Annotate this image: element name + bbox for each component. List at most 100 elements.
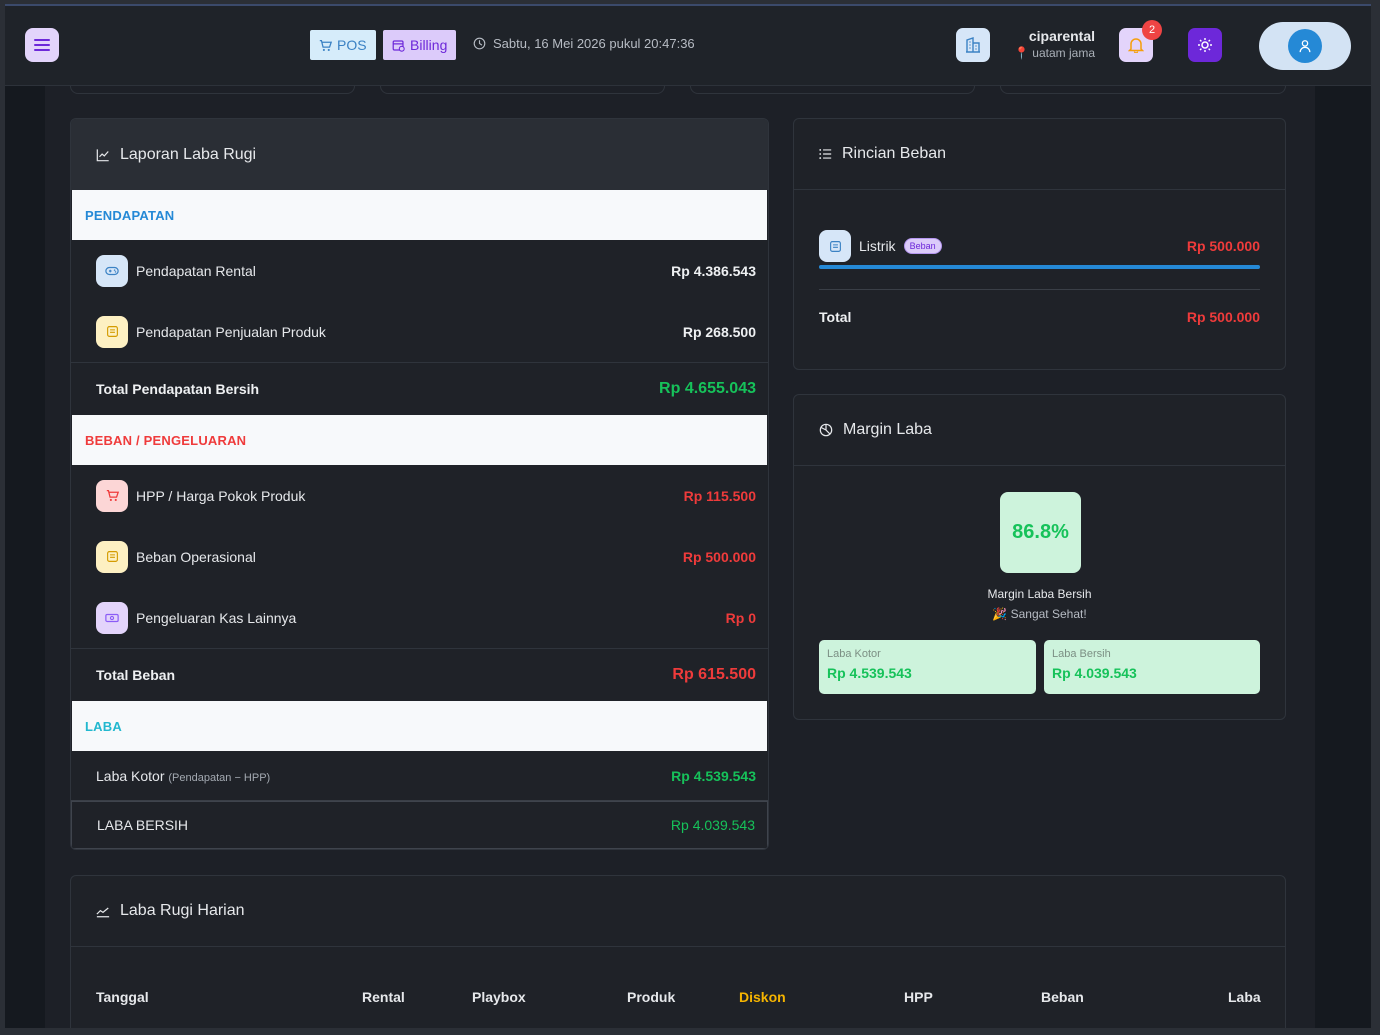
profit-margin-card: Margin Laba 86.8% Margin Laba Bersih 🎉 S… (793, 394, 1286, 720)
expense-value: Rp 0 (725, 609, 756, 626)
sun-icon (1198, 38, 1212, 52)
expense-name: Listrik (859, 238, 896, 254)
cash-icon (96, 601, 128, 634)
branch-button[interactable] (956, 28, 990, 62)
daily-profit-loss-card: Laba Rugi Harian Tanggal Rental Playbox … (70, 875, 1286, 1028)
income-section-header: PENDAPATAN (72, 190, 767, 240)
notification-badge: 2 (1142, 20, 1162, 40)
pie-chart-icon (819, 423, 833, 437)
expense-row: Beban Operasional Rp 500.000 (71, 526, 768, 587)
receipt-icon (96, 540, 128, 573)
daily-table-header: Tanggal Rental Playbox Produk Diskon HPP… (96, 989, 1261, 1009)
margin-status: 🎉 Sangat Sehat! (992, 607, 1087, 621)
margin-percent: 86.8% (1000, 492, 1081, 573)
income-total-row: Total Pendapatan Bersih Rp 4.655.043 (71, 362, 768, 415)
profit-section-header: LABA (72, 701, 767, 751)
area-chart-icon (96, 907, 110, 917)
building-icon (966, 37, 980, 53)
expense-row: Pengeluaran Kas Lainnya Rp 0 (71, 587, 768, 648)
gross-profit-tile: Laba Kotor Rp 4.539.543 (819, 640, 1036, 694)
expense-breakdown-title: Rincian Beban (842, 145, 947, 162)
theme-toggle-button[interactable] (1188, 28, 1222, 62)
app-window: POS Billing Sabtu, 16 Mei 2026 pukul 20:… (5, 4, 1371, 1028)
tenant-location-text: uatam jama (1032, 46, 1095, 60)
income-row: Pendapatan Rental Rp 4.386.543 (71, 240, 768, 301)
col-tanggal[interactable]: Tanggal (96, 989, 149, 1005)
expense-breakdown-header: Rincian Beban (794, 119, 1285, 190)
gamepad-icon (96, 254, 128, 287)
datetime-display: Sabtu, 16 Mei 2026 pukul 20:47:36 (473, 36, 695, 51)
col-beban[interactable]: Beban (1041, 989, 1084, 1005)
margin-caption: Margin Laba Bersih (987, 587, 1092, 601)
avatar (1288, 29, 1322, 63)
tenant-info: ciparental 📍 uatam jama (1013, 28, 1095, 60)
profit-margin-title: Margin Laba (843, 421, 932, 438)
col-hpp[interactable]: HPP (904, 989, 933, 1005)
billing-button[interactable]: Billing (383, 30, 457, 60)
bell-icon (1128, 38, 1144, 53)
expense-section-header: BEBAN / PENGELUARAN (72, 415, 767, 465)
expense-total-label: Total Beban (96, 667, 176, 683)
daily-profit-loss-title: Laba Rugi Harian (120, 902, 245, 919)
net-profit-value: Rp 4.039.543 (670, 817, 755, 833)
gross-profit-note: (Pendapatan − HPP) (168, 771, 271, 784)
net-profit-row: LABA BERSIH Rp 4.039.543 (71, 801, 768, 849)
expense-share-fill (819, 265, 1260, 269)
income-total-label: Total Pendapatan Bersih (96, 381, 260, 397)
gross-profit-label-group: Laba Kotor (Pendapatan − HPP) (96, 768, 671, 784)
gross-profit-label: Laba Kotor (96, 767, 165, 784)
expense-total-value: Rp 615.500 (672, 666, 756, 683)
col-rental[interactable]: Rental (362, 989, 405, 1005)
cart-icon (96, 479, 128, 512)
calendar-clock-icon (392, 39, 405, 52)
gross-profit-row: Laba Kotor (Pendapatan − HPP) Rp 4.539.5… (71, 751, 768, 801)
daily-profit-loss-header: Laba Rugi Harian (71, 876, 1285, 947)
notification-button[interactable]: 2 (1119, 20, 1162, 62)
income-label: Pendapatan Penjualan Produk (136, 323, 326, 340)
expense-value: Rp 115.500 (683, 487, 756, 504)
expense-breakdown-line: Listrik Beban Rp 500.000 (819, 230, 1260, 262)
net-profit-tile: Laba Bersih Rp 4.039.543 (1044, 640, 1260, 694)
net-profit-tile-value: Rp 4.039.543 (1052, 665, 1137, 681)
income-value: Rp 4.386.543 (671, 262, 756, 279)
expense-total-row: Total Beban Rp 615.500 (71, 648, 768, 701)
expense-breakdown-item: Listrik Beban Rp 500.000 (819, 230, 1260, 269)
stat-card (70, 86, 355, 94)
profit-loss-header: Laporan Laba Rugi (71, 119, 768, 190)
tenant-name: ciparental (1028, 28, 1095, 44)
user-icon (1299, 40, 1311, 53)
col-diskon[interactable]: Diskon (739, 989, 786, 1005)
col-laba[interactable]: Laba (1228, 989, 1261, 1005)
stat-card (1000, 86, 1286, 94)
line-chart-icon (96, 148, 109, 161)
expense-breakdown-card: Rincian Beban Listrik Beban Rp 500.000 T… (793, 118, 1286, 370)
income-row: Pendapatan Penjualan Produk Rp 268.500 (71, 301, 768, 362)
billing-label: Billing (410, 37, 448, 53)
col-produk[interactable]: Produk (627, 989, 675, 1005)
expense-label: Pengeluaran Kas Lainnya (136, 609, 297, 626)
receipt-icon (96, 315, 128, 348)
net-profit-tile-label: Laba Bersih (1052, 648, 1111, 660)
expense-row: HPP / Harga Pokok Produk Rp 115.500 (71, 465, 768, 526)
income-total-value: Rp 4.655.043 (659, 380, 756, 397)
profile-button[interactable] (1259, 22, 1351, 70)
receipt-icon (819, 230, 851, 262)
expense-breakdown-total: Total Rp 500.000 (819, 309, 1260, 325)
pin-icon: 📍 (1014, 46, 1029, 60)
stat-card (690, 86, 975, 94)
net-profit-label: LABA BERSIH (97, 817, 189, 833)
pos-button[interactable]: POS (310, 30, 376, 60)
gross-profit-tile-label: Laba Kotor (827, 648, 881, 660)
income-label: Pendapatan Rental (136, 262, 256, 279)
datetime-text: Sabtu, 16 Mei 2026 pukul 20:47:36 (493, 36, 695, 51)
pos-label: POS (337, 37, 367, 53)
list-icon (819, 149, 832, 159)
expense-breakdown-total-label: Total (819, 309, 852, 325)
menu-toggle-button[interactable] (25, 28, 59, 62)
clock-icon (473, 37, 486, 50)
expense-breakdown-total-value: Rp 500.000 (1186, 309, 1260, 325)
expense-tag: Beban (903, 238, 942, 254)
col-playbox[interactable]: Playbox (472, 989, 526, 1005)
profit-margin-header: Margin Laba (794, 395, 1285, 466)
hamburger-icon (34, 39, 50, 51)
